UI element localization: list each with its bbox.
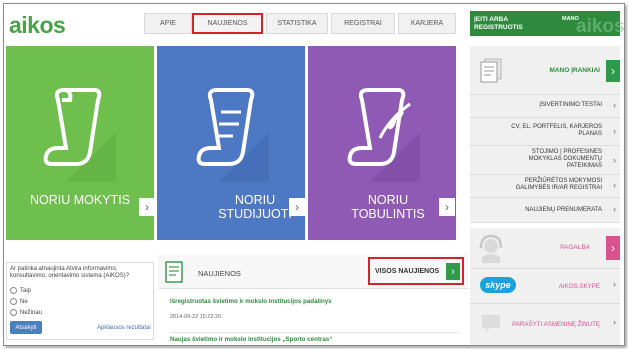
skype-logo-icon: skype: [480, 277, 516, 293]
chevron-right-icon[interactable]: ›: [613, 100, 616, 110]
poll-option-taip[interactable]: Taip: [10, 287, 31, 294]
chevron-right-icon[interactable]: ›: [606, 60, 620, 82]
chevron-right-icon[interactable]: ›: [613, 317, 616, 327]
message-icon: [482, 315, 500, 332]
tile-label: NORIU TOBULINTIS: [351, 193, 425, 221]
write-message-row[interactable]: PARAŠYTI ASMENINĘ ŽINUTĘ ›: [470, 304, 620, 345]
tool-item-cv[interactable]: CV, EL. PORTFELIS, KARJEROS PLANAS ›: [470, 118, 620, 146]
login-label: ĮEITI ARBA REGISTRUOTIS: [474, 16, 523, 31]
news-divider: [170, 332, 460, 333]
nav-naujienos[interactable]: NAUJIENOS: [192, 13, 263, 34]
headset-icon: [479, 234, 503, 263]
tool-item-label: ĮSIVERTINIMO TESTAI: [539, 102, 602, 108]
tool-item-label: STOJIMO | PROFESINES MOKYKLAS DOKUMENTŲ …: [528, 149, 602, 169]
chevron-right-icon[interactable]: ›: [613, 155, 616, 165]
news-item-title[interactable]: Išregistruotas švietimo ir mokslo instit…: [170, 298, 332, 305]
tile-label: NORIU MOKYTIS: [30, 193, 131, 207]
chevron-right-icon[interactable]: ›: [446, 263, 460, 280]
help-row[interactable]: PAGALBA ›: [470, 228, 620, 269]
tile-noriu-mokytis[interactable]: NORIU MOKYTIS ›: [6, 46, 155, 240]
tool-item-subscription[interactable]: NAUJIENŲ PRENUMERATA ›: [470, 198, 620, 223]
news-section: NAUJIENOS VISOS NAUJIENOS › Išregistruot…: [158, 254, 468, 345]
radio-icon[interactable]: [10, 287, 17, 294]
chevron-right-icon[interactable]: ›: [613, 180, 616, 190]
all-news-button[interactable]: VISOS NAUJIENOS ›: [368, 257, 464, 285]
tool-item-label: CV, EL. PORTFELIS, KARJEROS PLANAS: [511, 124, 602, 137]
poll-option-label: Ne: [20, 298, 28, 305]
nav-karjera[interactable]: KARJERA: [398, 13, 456, 34]
tile-noriu-tobulintis[interactable]: NORIU TOBULINTIS ›: [308, 46, 456, 240]
chevron-right-icon[interactable]: ›: [613, 204, 616, 214]
tool-item-label: PERŽIŪRĖTOS MOKYMOSI GALIMYBĖS IR/AR REG…: [515, 178, 602, 191]
tile-label: NORIU STUDIJUOTI: [218, 193, 292, 221]
skype-link[interactable]: AIKOS.SKYPE: [559, 283, 600, 290]
tool-item-viewed[interactable]: PERŽIŪRĖTOS MOKYMOSI GALIMYBĖS IR/AR REG…: [470, 175, 620, 198]
poll-submit-button[interactable]: Atsakyti: [10, 321, 42, 334]
radio-icon[interactable]: [10, 309, 17, 316]
poll-option-label: Taip: [20, 287, 32, 294]
news-heading: NAUJIENOS: [198, 269, 241, 278]
nav-registrai[interactable]: REGISTRAI: [331, 13, 395, 34]
my-tools-heading: MANO ĮRANKIAI: [549, 67, 600, 74]
help-label: PAGALBA: [560, 244, 590, 251]
chevron-right-icon[interactable]: ›: [613, 126, 616, 136]
tool-item-tests[interactable]: ĮSIVERTINIMO TESTAI ›: [470, 95, 620, 118]
news-item-date: 2014-09-22 15:22:20: [170, 314, 222, 320]
chevron-right-icon[interactable]: ›: [439, 198, 455, 216]
poll-option-ne[interactable]: Ne: [10, 298, 28, 305]
skype-row[interactable]: skype AIKOS.SKYPE ›: [470, 269, 620, 304]
aikos-brand-watermark: aikos: [576, 16, 625, 37]
document-scroll-icon: [196, 88, 269, 182]
tool-item-admission[interactable]: STOJIMO | PROFESINES MOKYKLAS DOKUMENTŲ …: [470, 146, 620, 175]
all-news-label: VISOS NAUJIENOS: [375, 268, 440, 275]
news-item-title[interactable]: Naujas švietimo ir mokslo institucijos „…: [170, 336, 332, 343]
poll-results-link[interactable]: Apklausos rezultatai: [97, 325, 151, 331]
newspaper-icon: [165, 261, 183, 283]
poll-option-nezinau[interactable]: Nežinau: [10, 309, 42, 316]
poll-question: Ar patinka atnaujinta Atvira informavimo…: [10, 266, 130, 279]
browser-frame: aikos APIE NAUJIENOS STATISTIKA REGISTRA…: [3, 3, 625, 346]
poll-option-label: Nežinau: [20, 309, 43, 316]
my-tools-header[interactable]: MANO ĮRANKIAI ›: [470, 46, 620, 95]
write-message-link[interactable]: PARAŠYTI ASMENINĘ ŽINUTĘ: [512, 321, 600, 328]
document-stack-icon: [480, 58, 502, 83]
nav-apie[interactable]: APIE: [144, 13, 192, 34]
tool-item-label: NAUJIENŲ PRENUMERATA: [525, 207, 602, 213]
chevron-right-icon[interactable]: ›: [139, 198, 155, 216]
chevron-right-icon[interactable]: ›: [606, 236, 620, 260]
nav-statistika[interactable]: STATISTIKA: [266, 13, 328, 34]
scroll-icon: [43, 88, 116, 182]
chevron-right-icon[interactable]: ›: [613, 279, 616, 289]
poll-box: Ar patinka atnaujinta Atvira informavimo…: [6, 262, 154, 340]
login-register-button[interactable]: ĮEITI ARBA REGISTRUOTIS MANO aikos: [470, 11, 624, 37]
chevron-right-icon[interactable]: ›: [289, 198, 305, 216]
aikos-logo[interactable]: aikos: [9, 12, 66, 39]
radio-icon[interactable]: [10, 298, 17, 305]
tile-noriu-studijuoti[interactable]: NORIU STUDIJUOTI ›: [157, 46, 305, 240]
scroll-leaf-icon: [347, 88, 420, 182]
